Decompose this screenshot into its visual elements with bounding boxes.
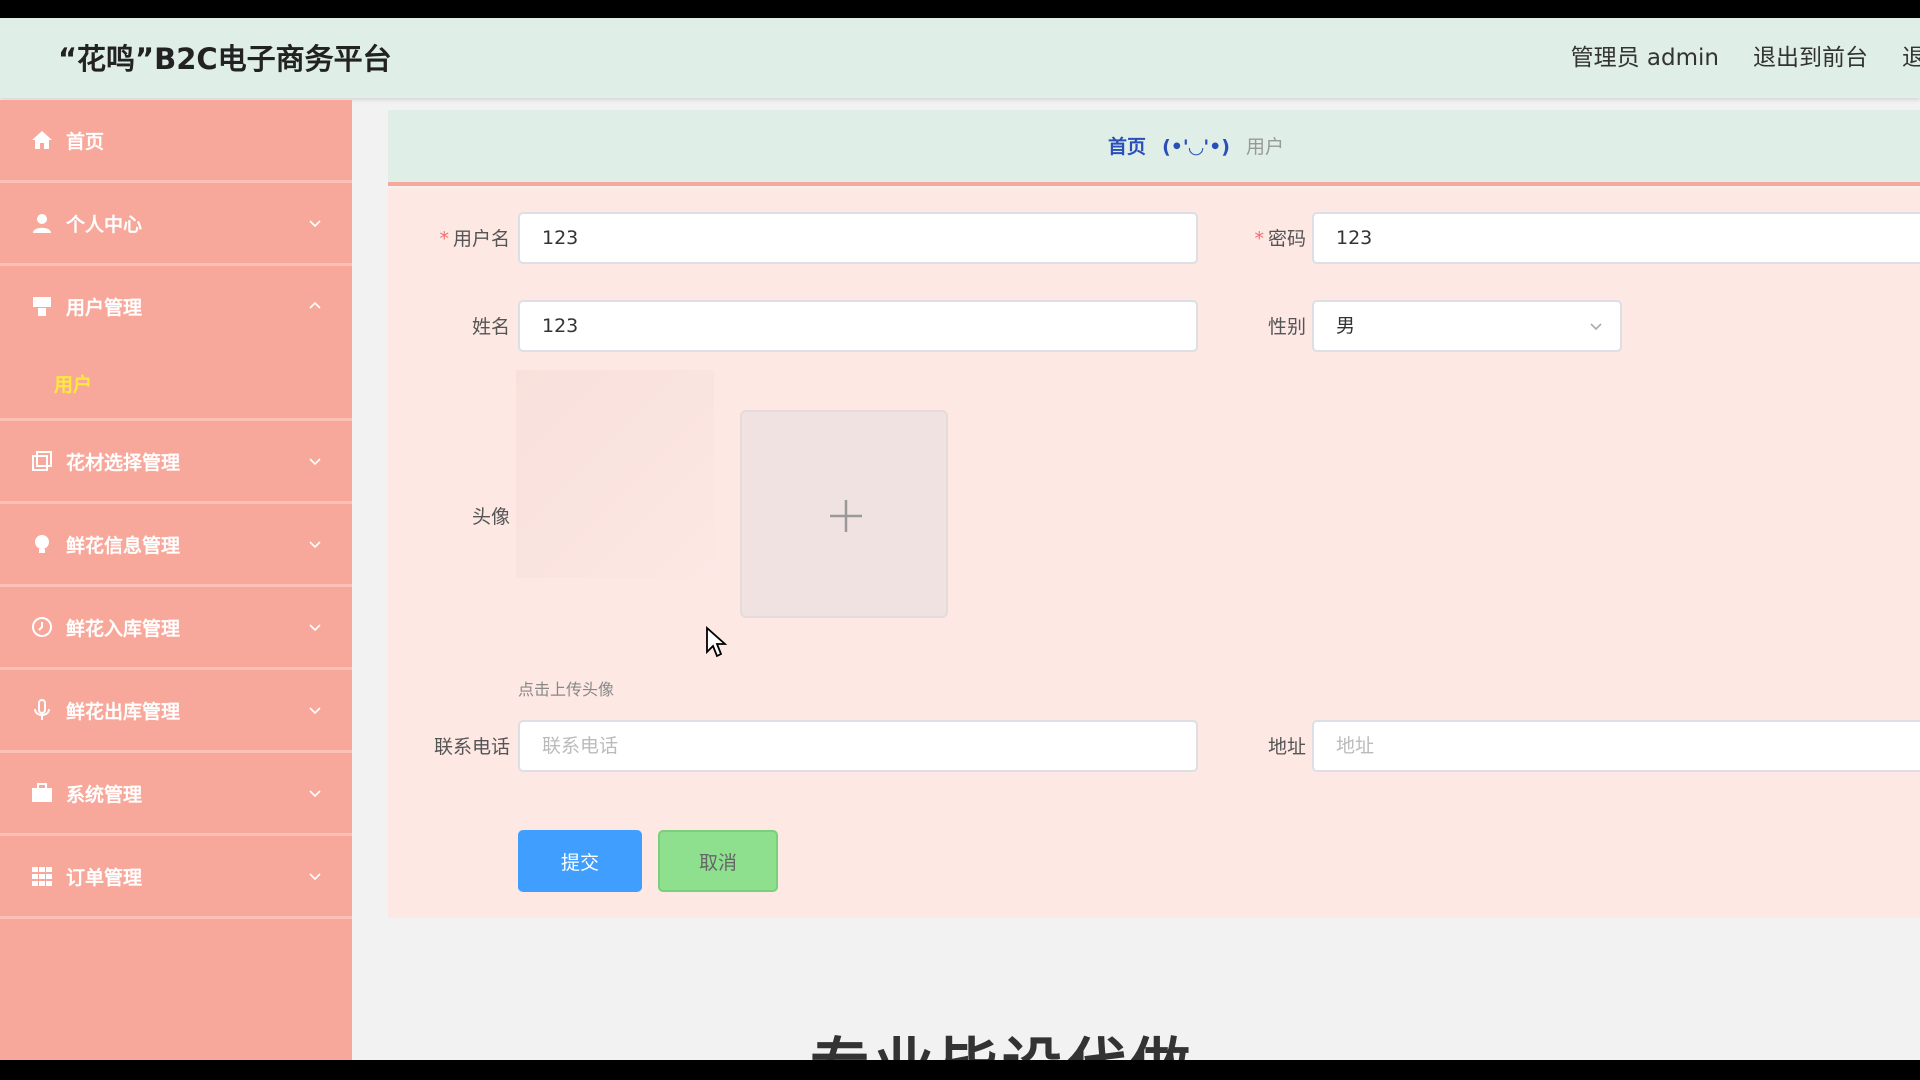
chevron-up-icon <box>309 301 321 309</box>
sidebar-item-label: 鲜花出库管理 <box>66 700 181 723</box>
gender-label: 性别 <box>1267 316 1306 338</box>
breadcrumb: 首页 (•'◡'•) 用户 <box>388 110 1920 186</box>
users-icon <box>33 297 51 316</box>
chevron-down-icon <box>309 873 321 881</box>
sidebar-subitem-users[interactable]: 用户 <box>0 346 352 421</box>
phone-label: 联系电话 <box>433 736 510 758</box>
breadcrumb-path: 首页 (•'◡'•) 用户 <box>1108 132 1284 159</box>
sidebar-item-label: 个人中心 <box>66 213 143 236</box>
mouse-cursor-icon <box>706 626 727 658</box>
sidebar-item-label: 鲜花入库管理 <box>66 617 181 640</box>
sidebar: 首页 个人中心 用户管理 用户 花材选择管理 鲜花信息管理 鲜花入库管理 鲜花出… <box>0 100 352 1060</box>
submit-button[interactable]: 提交 <box>518 830 642 892</box>
sidebar-item-flower-inbound[interactable]: 鲜花入库管理 <box>0 587 352 670</box>
briefcase-icon <box>32 783 52 802</box>
username-input[interactable]: 123 <box>518 212 1198 264</box>
plus-icon <box>830 500 862 532</box>
avatar-label: 头像 <box>471 506 510 528</box>
sidebar-item-label: 花材选择管理 <box>66 451 181 474</box>
sidebar-item-home[interactable]: 首页 <box>0 100 352 183</box>
chevron-down-icon <box>1590 323 1602 331</box>
name-input[interactable]: 123 <box>518 300 1198 352</box>
password-label-text: 密码 <box>1267 228 1306 250</box>
watermark-text: 专业毕设代做 <box>810 1018 1194 1060</box>
address-label: 地址 <box>1267 736 1306 758</box>
copy-icon <box>32 451 52 471</box>
chevron-down-icon <box>309 541 321 549</box>
breadcrumb-home[interactable]: 首页 <box>1108 136 1146 158</box>
name-label: 姓名 <box>471 316 510 338</box>
sidebar-item-label: 首页 <box>66 130 105 153</box>
password-input[interactable]: 123 <box>1312 212 1920 264</box>
sidebar-item-label: 系统管理 <box>66 783 143 806</box>
home-icon <box>32 131 52 149</box>
grid-icon <box>32 867 52 886</box>
top-header: “花鸣”B2C电子商务平台 管理员 admin 退出到前台 退出 <box>0 18 1920 98</box>
clock-icon <box>32 617 52 637</box>
sidebar-item-flower-material[interactable]: 花材选择管理 <box>0 421 352 504</box>
app-title: “花鸣”B2C电子商务平台 <box>58 42 392 76</box>
required-mark: * <box>1254 228 1264 250</box>
sidebar-item-label: 订单管理 <box>66 866 143 889</box>
sidebar-item-label: 鲜花信息管理 <box>66 534 181 557</box>
chevron-down-icon <box>309 790 321 798</box>
avatar-upload-box[interactable] <box>740 410 948 618</box>
avatar-upload-hint: 点击上传头像 <box>518 680 615 699</box>
cancel-button[interactable]: 取消 <box>658 830 778 892</box>
sidebar-item-label: 用户管理 <box>66 296 143 319</box>
admin-label: 管理员 admin <box>1570 45 1719 71</box>
gender-value: 男 <box>1336 315 1356 337</box>
chevron-down-icon <box>309 220 321 228</box>
breadcrumb-separator: (•'◡'•) <box>1162 136 1230 158</box>
address-input[interactable]: 地址 <box>1312 720 1920 772</box>
sidebar-item-profile[interactable]: 个人中心 <box>0 183 352 266</box>
mic-icon <box>34 699 50 720</box>
password-label: * 密码 <box>1206 224 1306 251</box>
avatar-preview-image <box>516 370 714 578</box>
username-label-text: 用户名 <box>452 228 510 250</box>
user-form: * 用户名 123 * 密码 123 姓名 123 性别 男 头像 点击上传头像 联… <box>388 188 1920 918</box>
bulb-icon <box>35 535 49 553</box>
phone-input[interactable]: 联系电话 <box>518 720 1198 772</box>
required-mark: * <box>439 228 449 250</box>
user-icon <box>33 214 51 233</box>
chevron-down-icon <box>309 458 321 466</box>
username-label: * 用户名 <box>410 224 510 251</box>
logout-link[interactable]: 退出 <box>1902 38 1920 78</box>
sidebar-item-flower-info[interactable]: 鲜花信息管理 <box>0 504 352 587</box>
sidebar-subitem-label: 用户 <box>54 374 93 396</box>
app-screen: “花鸣”B2C电子商务平台 管理员 admin 退出到前台 退出 首页 个人中心… <box>0 18 1920 1060</box>
chevron-down-icon <box>309 707 321 715</box>
sidebar-item-user-management[interactable]: 用户管理 <box>0 266 352 346</box>
sidebar-item-system[interactable]: 系统管理 <box>0 753 352 836</box>
exit-to-front-link[interactable]: 退出到前台 <box>1753 38 1868 78</box>
sidebar-item-orders[interactable]: 订单管理 <box>0 836 352 919</box>
chevron-down-icon <box>309 624 321 632</box>
header-actions: 管理员 admin 退出到前台 退出 <box>1571 38 1920 78</box>
sidebar-item-flower-outbound[interactable]: 鲜花出库管理 <box>0 670 352 753</box>
gender-select[interactable]: 男 <box>1312 300 1622 352</box>
breadcrumb-current: 用户 <box>1246 136 1285 158</box>
